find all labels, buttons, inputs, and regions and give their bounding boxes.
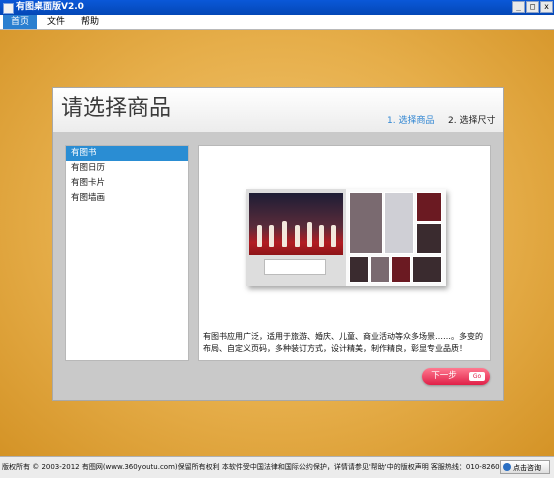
product-preview: 有图书应用广泛，适用于旅游、婚庆、儿童、商业活动等众多场景……。多变的布局、自定…	[198, 145, 491, 361]
book-right-page	[346, 189, 446, 286]
close-button[interactable]: x	[540, 1, 553, 13]
next-step-label: 下一步	[431, 371, 457, 381]
maximize-button[interactable]: □	[526, 1, 539, 13]
next-step-button[interactable]: 下一步 Go	[422, 368, 490, 385]
caption-box	[264, 259, 326, 275]
qq-icon	[503, 463, 511, 471]
list-item-calendar[interactable]: 有图日历	[66, 161, 188, 176]
list-item-wall-art[interactable]: 有图墙画	[66, 191, 188, 206]
consult-button[interactable]: 点击咨询	[500, 460, 550, 474]
menu-home[interactable]: 首页	[3, 15, 37, 29]
menu-file[interactable]: 文件	[42, 15, 70, 29]
stage-photo	[249, 193, 343, 255]
photobook-image	[246, 189, 446, 286]
step-select-product: 1. 选择商品	[387, 116, 435, 126]
book-left-page	[246, 189, 346, 286]
product-selection-panel: 请选择商品 1. 选择商品 2. 选择尺寸 有图书 有图日历 有图卡片 有图墙画	[53, 88, 503, 400]
consult-label: 点击咨询	[513, 464, 541, 472]
product-list: 有图书 有图日历 有图卡片 有图墙画	[65, 145, 189, 361]
product-description: 有图书应用广泛，适用于旅游、婚庆、儿童、商业活动等众多场景……。多变的布局、自定…	[203, 332, 483, 353]
arrow-right-icon: Go	[469, 372, 485, 381]
panel-header: 请选择商品 1. 选择商品 2. 选择尺寸	[53, 88, 503, 132]
list-item-card[interactable]: 有图卡片	[66, 176, 188, 191]
menu-bar: 首页 文件 帮助	[0, 15, 554, 30]
menu-help[interactable]: 帮助	[76, 15, 104, 29]
page-title: 请选择商品	[61, 96, 172, 121]
step-select-size: 2. 选择尺寸	[448, 116, 496, 126]
window-title: 有图桌面版V2.0	[16, 2, 84, 12]
title-bar: 有图桌面版V2.0 _ □ x	[0, 0, 554, 15]
list-item-photobook[interactable]: 有图书	[66, 146, 188, 161]
status-bar: 版权所有 © 2003-2012 有图网(www.360youtu.com)保留…	[0, 456, 554, 478]
minimize-button[interactable]: _	[512, 1, 525, 13]
copyright-text: 版权所有 © 2003-2012 有图网(www.360youtu.com)保留…	[2, 463, 518, 471]
app-icon	[3, 3, 14, 14]
